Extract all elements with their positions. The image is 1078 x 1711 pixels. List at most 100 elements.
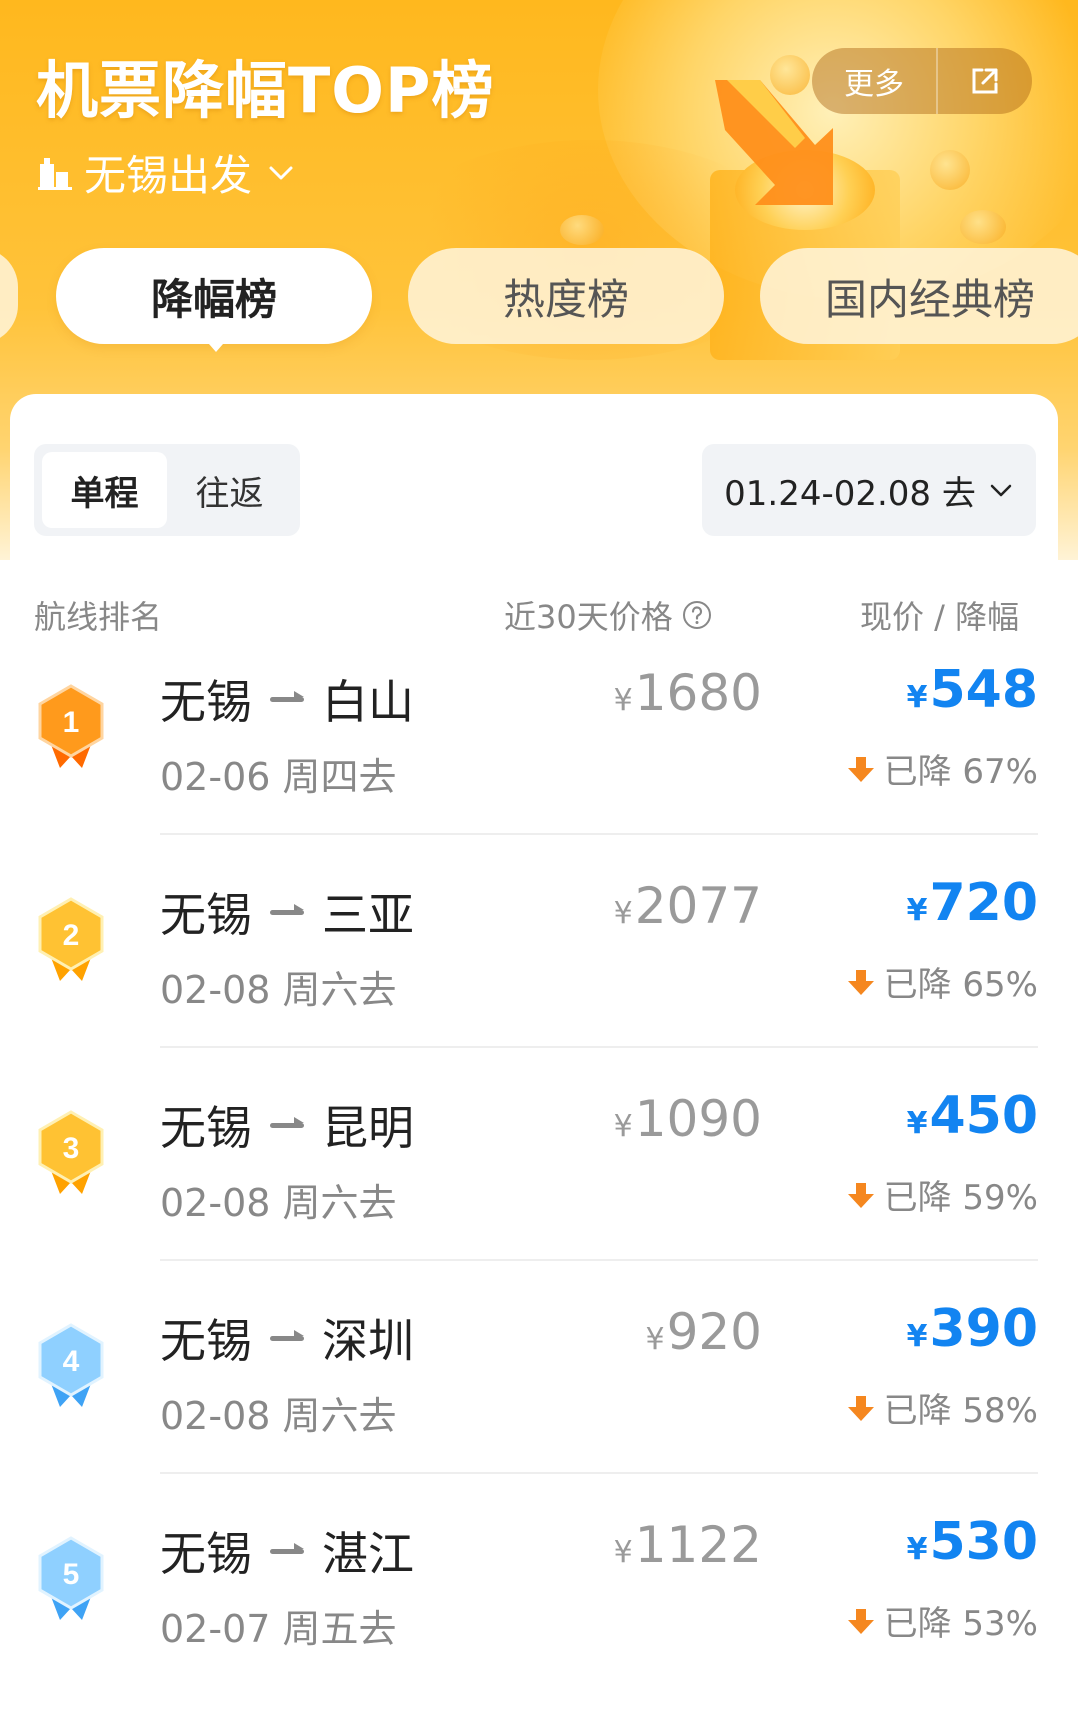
currency-symbol: ¥ <box>906 893 928 928</box>
route-arrow-icon <box>270 1116 304 1128</box>
rank-number: 1 <box>63 706 80 739</box>
route-from: 无锡 <box>160 1101 252 1155</box>
date-range-selector[interactable]: 01.24-02.08 去 <box>702 444 1036 536</box>
past-price: ¥1090 <box>614 1090 762 1148</box>
past-price-value: 2077 <box>634 877 762 935</box>
tab-partial-left[interactable] <box>0 248 18 344</box>
share-icon <box>972 68 998 94</box>
departure-date: 02-08 周六去 <box>160 968 397 1012</box>
route-label: 无锡 昆明 <box>160 1092 414 1158</box>
currency-symbol: ¥ <box>645 1322 665 1357</box>
price-drop-label: 已降 59% <box>883 1178 1038 1218</box>
departure-date: 02-06 周四去 <box>160 755 397 799</box>
route-arrow-icon <box>270 903 304 915</box>
route-arrow-icon <box>270 1542 304 1554</box>
down-arrow-icon <box>847 1395 874 1421</box>
chevron-down-icon <box>269 166 293 179</box>
past-price: ¥2077 <box>614 877 762 935</box>
route-label: 无锡 白山 <box>160 666 414 732</box>
down-arrow-icon <box>847 969 874 995</box>
page-title: 机票降幅TOP榜 <box>36 54 495 127</box>
route-label: 无锡 深圳 <box>160 1305 414 1371</box>
departure-date: 02-08 周六去 <box>160 1181 397 1225</box>
price-drop-label: 已降 65% <box>883 965 1038 1005</box>
price-drop: 已降 67% <box>846 744 1038 793</box>
current-price: ¥720 <box>907 873 1038 933</box>
current-price-value: 450 <box>929 1086 1038 1146</box>
rank-badge-icon: 1 <box>38 684 104 768</box>
flight-row[interactable]: 4 无锡 深圳 02-08 周六去 ¥920 ¥390 已降 58% <box>10 1261 1058 1474</box>
route-to: 湛江 <box>322 1527 414 1581</box>
currency-symbol: ¥ <box>613 1109 633 1144</box>
share-button[interactable] <box>938 48 1032 114</box>
price-drop-label: 已降 53% <box>883 1604 1038 1644</box>
flight-row[interactable]: 2 无锡 三亚 02-08 周六去 ¥2077 ¥720 已降 65% <box>10 835 1058 1048</box>
rank-number: 5 <box>63 1558 80 1591</box>
tab-domestic-classic-ranking[interactable]: 国内经典榜 <box>760 248 1078 344</box>
route-from: 无锡 <box>160 675 252 729</box>
rank-number: 4 <box>63 1345 80 1378</box>
route-to: 昆明 <box>322 1101 414 1155</box>
rank-number: 2 <box>63 919 80 952</box>
header-actions: 更多 <box>812 48 1032 114</box>
current-price-value: 548 <box>929 660 1038 720</box>
date-range-label: 01.24-02.08 去 <box>724 473 976 514</box>
route-from: 无锡 <box>160 1314 252 1368</box>
currency-symbol: ¥ <box>906 1319 928 1354</box>
route-arrow-icon <box>270 690 304 702</box>
down-arrow-icon <box>847 1182 874 1208</box>
route-to: 三亚 <box>322 888 414 942</box>
tab-popularity-ranking[interactable]: 热度榜 <box>408 248 724 344</box>
rank-badge-icon: 2 <box>38 897 104 981</box>
rank-badge-icon: 4 <box>38 1323 104 1407</box>
past-price: ¥920 <box>645 1303 762 1361</box>
ranking-card: 单程 往返 01.24-02.08 去 航线排名 近30天价格 现价 / 降幅 … <box>10 394 1058 1711</box>
one-way-option[interactable]: 单程 <box>42 452 167 528</box>
price-drop-label: 已降 67% <box>883 752 1038 792</box>
down-arrow-icon <box>847 1608 874 1634</box>
current-price: ¥548 <box>907 660 1038 720</box>
tab-drop-ranking[interactable]: 降幅榜 <box>56 248 372 344</box>
past-price-value: 920 <box>666 1303 762 1361</box>
past-price: ¥1680 <box>614 664 762 722</box>
origin-label: 无锡出发 <box>84 151 253 200</box>
currency-symbol: ¥ <box>906 1532 928 1567</box>
price-drop-label: 已降 58% <box>883 1391 1038 1431</box>
round-trip-option[interactable]: 往返 <box>167 452 292 528</box>
chevron-down-icon <box>990 484 1012 497</box>
route-label: 无锡 湛江 <box>160 1518 414 1584</box>
flight-row[interactable]: 3 无锡 昆明 02-08 周六去 ¥1090 ¥450 已降 59% <box>10 1048 1058 1261</box>
currency-symbol: ¥ <box>613 1535 633 1570</box>
route-to: 深圳 <box>322 1314 414 1368</box>
rank-badge-icon: 5 <box>38 1536 104 1620</box>
currency-symbol: ¥ <box>613 683 633 718</box>
flight-row[interactable]: 5 无锡 湛江 02-07 周五去 ¥1122 ¥530 已降 53% <box>10 1474 1058 1687</box>
city-building-icon <box>38 157 72 190</box>
current-price-value: 390 <box>929 1299 1038 1359</box>
route-to: 白山 <box>322 675 414 729</box>
coin-decoration <box>930 150 970 190</box>
route-from: 无锡 <box>160 1527 252 1581</box>
price-drop: 已降 59% <box>846 1170 1038 1219</box>
route-from: 无锡 <box>160 888 252 942</box>
current-price-value: 720 <box>929 873 1038 933</box>
current-price-value: 530 <box>929 1512 1038 1572</box>
origin-selector[interactable]: 无锡出发 <box>36 142 296 203</box>
current-price: ¥450 <box>907 1086 1038 1146</box>
rank-badge-icon: 3 <box>38 1110 104 1194</box>
current-price: ¥390 <box>907 1299 1038 1359</box>
rank-number: 3 <box>63 1132 80 1165</box>
flight-row[interactable]: 1 无锡 白山 02-06 周四去 ¥1680 ¥548 已降 67% <box>10 622 1058 835</box>
down-arrow-icon <box>847 756 874 782</box>
current-price: ¥530 <box>907 1512 1038 1572</box>
departure-date: 02-07 周五去 <box>160 1607 397 1651</box>
departure-date: 02-08 周六去 <box>160 1394 397 1438</box>
price-drop: 已降 58% <box>846 1383 1038 1432</box>
price-drop: 已降 65% <box>846 957 1038 1006</box>
more-button[interactable]: 更多 <box>812 48 938 114</box>
route-arrow-icon <box>270 1329 304 1341</box>
past-price-value: 1680 <box>634 664 762 722</box>
price-drop: 已降 53% <box>846 1596 1038 1645</box>
active-tab-pointer <box>202 336 230 352</box>
past-price-value: 1090 <box>634 1090 762 1148</box>
